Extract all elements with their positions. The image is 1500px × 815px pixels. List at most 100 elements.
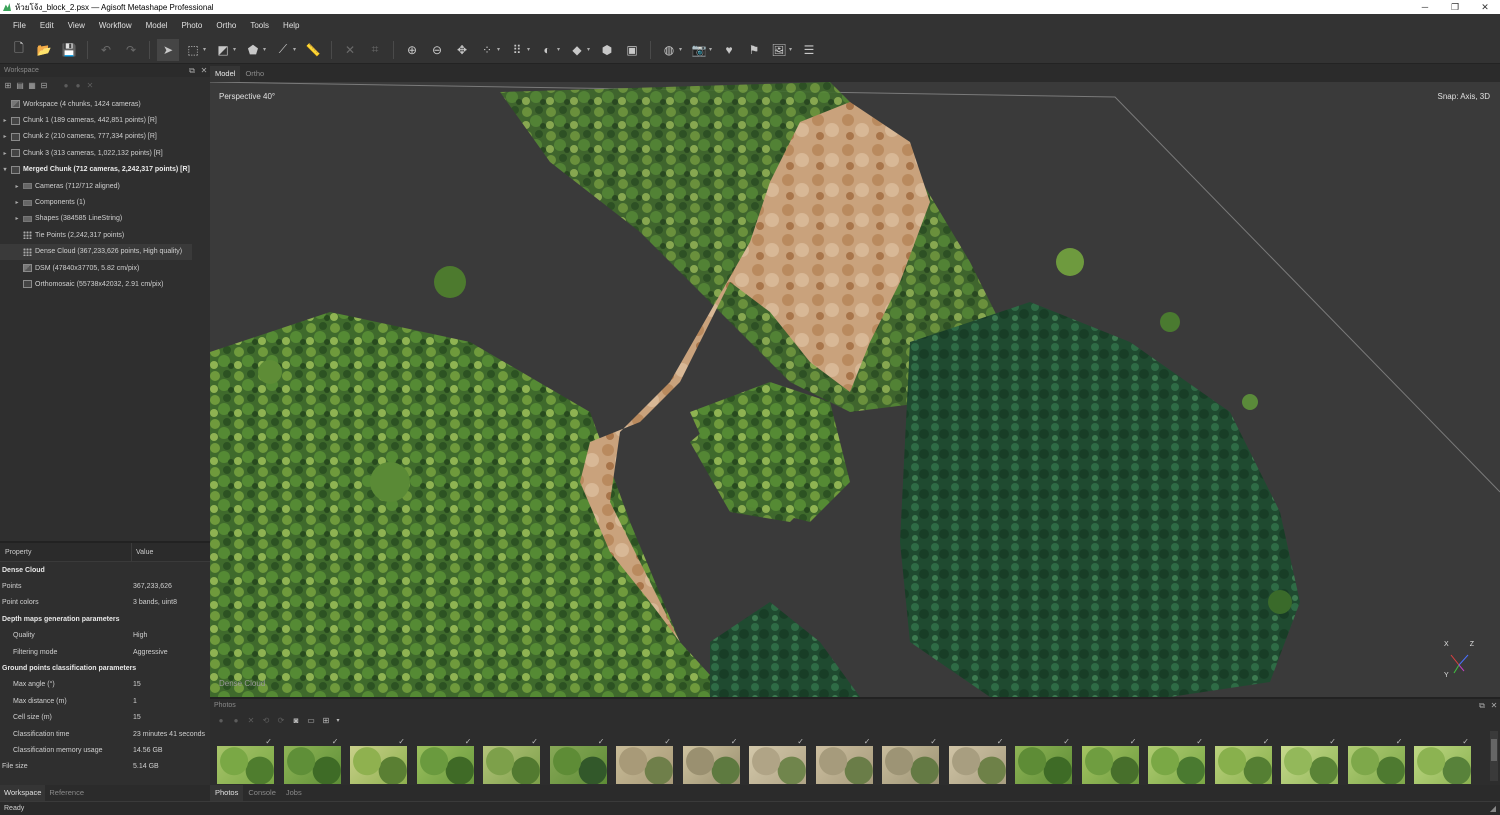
property-row[interactable]: Max angle (°) 15: [0, 677, 210, 693]
photo-thumbnail[interactable]: ✓: [616, 737, 673, 785]
tab-workspace[interactable]: Workspace: [0, 785, 46, 801]
photo-thumbnail[interactable]: ✓: [815, 737, 873, 785]
tree-item[interactable]: ▾ Merged Chunk (712 cameras, 2,242,317 po…: [0, 162, 210, 178]
chevron-right-icon[interactable]: ▸: [1, 133, 9, 140]
tab-console[interactable]: Console: [243, 785, 281, 801]
minimize-button[interactable]: ─: [1410, 2, 1440, 12]
photo-thumbnail[interactable]: ✓: [1214, 737, 1272, 785]
size-grip-icon[interactable]: ◢: [1490, 804, 1496, 813]
value-column-header[interactable]: Value: [132, 549, 153, 556]
redo-icon[interactable]: ↷: [120, 39, 142, 61]
chevron-down-icon[interactable]: ▾: [587, 46, 593, 53]
chevron-right-icon[interactable]: ▸: [1, 117, 9, 124]
show-info-icon[interactable]: ▭: [305, 716, 317, 725]
property-row[interactable]: Point colors 3 bands, uint8: [0, 595, 210, 611]
photo-thumbnail[interactable]: ✓: [948, 737, 1006, 785]
tab-jobs[interactable]: Jobs: [281, 785, 307, 801]
move-object-icon[interactable]: ✥: [451, 39, 473, 61]
photo-thumbnail[interactable]: ✓: [1081, 737, 1139, 785]
chevron-down-icon[interactable]: ▾: [1, 166, 9, 173]
photo-thumbnail[interactable]: ✓: [483, 737, 540, 785]
tree-item[interactable]: ▸ Cameras (712/712 aligned): [0, 178, 210, 194]
show-dem-icon[interactable]: ▣: [621, 39, 643, 61]
zoom-out-icon[interactable]: ⊖: [426, 39, 448, 61]
menu-photo[interactable]: Photo: [174, 21, 209, 30]
menu-help[interactable]: Help: [276, 21, 306, 30]
show-layers-icon[interactable]: ☰: [798, 39, 820, 61]
close-pane-icon[interactable]: ✕: [198, 66, 210, 75]
disable-icon[interactable]: ●: [73, 81, 83, 91]
photo-thumbnail[interactable]: ✓: [882, 737, 939, 785]
property-row[interactable]: Points 367,233,626: [0, 578, 210, 594]
remove-camera-icon[interactable]: ✕: [245, 716, 257, 725]
menu-tools[interactable]: Tools: [243, 21, 276, 30]
chevron-right-icon[interactable]: ▸: [13, 199, 21, 206]
tree-item[interactable]: Dense Cloud (367,233,626 points, High qu…: [0, 243, 192, 260]
chevron-down-icon[interactable]: ▾: [709, 46, 715, 53]
tab-ortho[interactable]: Ortho: [240, 66, 269, 82]
property-row[interactable]: Dense Cloud: [0, 562, 210, 578]
property-row[interactable]: File size 5.14 GB: [0, 759, 210, 775]
tree-item[interactable]: DSM (47840x37705, 5.82 cm/pix): [0, 260, 210, 276]
chevron-down-icon[interactable]: ▾: [233, 46, 239, 53]
photo-thumbnail[interactable]: ✓: [283, 737, 341, 785]
undo-icon[interactable]: ↶: [95, 39, 117, 61]
ruler-icon[interactable]: 📏: [302, 39, 324, 61]
property-row[interactable]: Filtering mode Aggressive: [0, 644, 210, 660]
add-folder-icon[interactable]: ▦: [27, 81, 37, 91]
chevron-down-icon[interactable]: ▾: [789, 46, 795, 53]
property-row[interactable]: Cell size (m) 15: [0, 710, 210, 726]
photo-thumbnail[interactable]: ✓: [1281, 737, 1338, 785]
property-row[interactable]: Ground points classification parameters: [0, 660, 210, 676]
rotate-left-icon[interactable]: ⟲: [260, 716, 272, 725]
chevron-right-icon[interactable]: ▸: [13, 215, 21, 222]
chevron-right-icon[interactable]: ▸: [1, 150, 9, 157]
menu-edit[interactable]: Edit: [33, 21, 61, 30]
chevron-down-icon[interactable]: ▾: [527, 46, 533, 53]
crop-selection-icon[interactable]: ⌗: [364, 39, 386, 61]
property-row[interactable]: Max distance (m) 1: [0, 693, 210, 709]
tree-item[interactable]: ▸ Chunk 3 (313 cameras, 1,022,132 points)…: [0, 145, 210, 161]
float-pane-icon[interactable]: ⧉: [1476, 701, 1488, 711]
save-project-icon[interactable]: 💾: [58, 39, 80, 61]
property-column-header[interactable]: Property: [0, 543, 132, 561]
enable-icon[interactable]: ●: [61, 81, 71, 91]
property-row[interactable]: Quality High: [0, 628, 210, 644]
model-viewport[interactable]: Perspective 40° Snap: Axis, 3D Dense Clo…: [210, 82, 1500, 697]
merge-chunks-icon[interactable]: ⊟: [39, 81, 49, 91]
tree-item[interactable]: ▸ Shapes (384585 LineString): [0, 211, 210, 227]
open-project-icon[interactable]: 📂: [33, 39, 55, 61]
show-images-icon[interactable]: 🖼: [768, 39, 790, 61]
remove-item-icon[interactable]: ✕: [85, 81, 95, 91]
property-row[interactable]: Depth maps generation parameters: [0, 611, 210, 627]
maximize-button[interactable]: ❐: [1440, 2, 1470, 13]
chevron-down-icon[interactable]: ▾: [293, 46, 299, 53]
model-shaded-icon[interactable]: ◐: [536, 39, 558, 61]
property-row[interactable]: Classification memory usage 14.56 GB: [0, 742, 210, 758]
thumbnail-view-icon[interactable]: ⊞: [320, 716, 332, 725]
show-shapes-icon[interactable]: ⬢: [596, 39, 618, 61]
photo-thumbnail[interactable]: ✓: [749, 737, 806, 785]
show-trackball-icon[interactable]: ◍: [658, 39, 680, 61]
menu-file[interactable]: File: [6, 21, 33, 30]
close-pane-icon[interactable]: ✕: [1488, 701, 1500, 710]
show-masks-icon[interactable]: ◙: [290, 716, 302, 725]
photo-thumbnail[interactable]: ✓: [1015, 737, 1072, 785]
chevron-down-icon[interactable]: ▾: [263, 46, 269, 53]
show-cameras-icon[interactable]: ⁘: [476, 39, 498, 61]
photos-scrollbar[interactable]: [1490, 731, 1498, 781]
tree-item[interactable]: Workspace (4 chunks, 1424 cameras): [0, 96, 210, 112]
photo-thumbnail[interactable]: ✓: [682, 737, 740, 785]
photo-thumbnail[interactable]: ✓: [549, 737, 607, 785]
camera-icon[interactable]: 📷: [688, 39, 710, 61]
chevron-down-icon[interactable]: ▾: [497, 46, 503, 53]
tab-reference[interactable]: Reference: [45, 785, 88, 801]
draw-polyline-icon[interactable]: ⟋: [272, 39, 294, 61]
chevron-down-icon[interactable]: ▾: [557, 46, 563, 53]
photo-thumbnail[interactable]: ✓: [416, 737, 474, 785]
chevron-down-icon[interactable]: ▾: [203, 46, 209, 53]
tree-item[interactable]: ▸ Components (1): [0, 194, 210, 210]
region-resize-icon[interactable]: ◩: [212, 39, 234, 61]
menu-workflow[interactable]: Workflow: [92, 21, 139, 30]
tree-item[interactable]: Orthomosaic (55738x42032, 2.91 cm/pix): [0, 276, 210, 292]
